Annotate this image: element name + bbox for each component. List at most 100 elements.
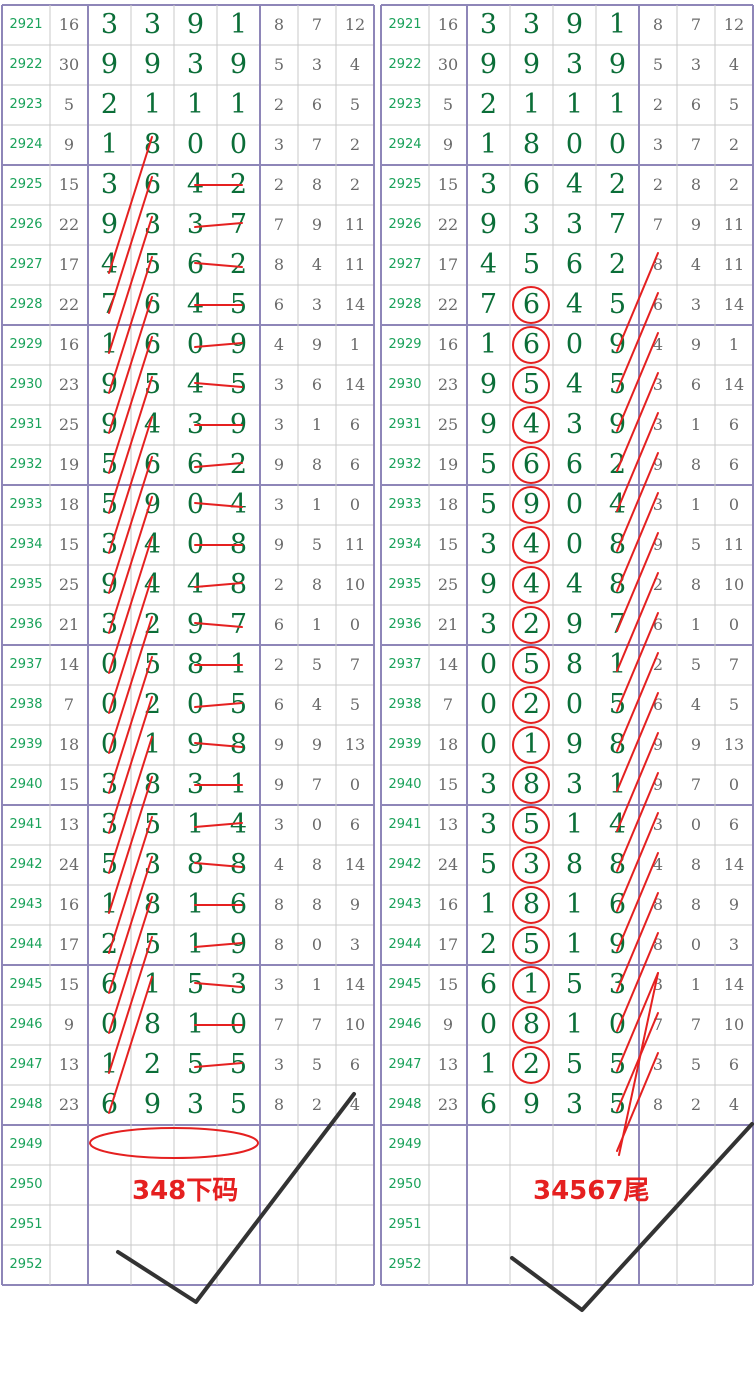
digit-1: 3 xyxy=(100,169,119,200)
digit-3: 3 xyxy=(565,1089,584,1120)
span-1: 3 xyxy=(652,135,664,154)
sum-value: 22 xyxy=(58,295,80,314)
digit-1: 1 xyxy=(479,329,498,360)
digit-3: 4 xyxy=(565,569,584,600)
span-3: 14 xyxy=(723,975,745,994)
issue-number: 2925 xyxy=(388,177,422,192)
sum-value: 19 xyxy=(437,455,459,474)
digit-2: 6 xyxy=(143,449,162,480)
digit-1: 9 xyxy=(100,409,119,440)
span-1: 9 xyxy=(273,535,285,554)
digit-2 xyxy=(510,1125,553,1165)
digit-1: 3 xyxy=(479,809,498,840)
issue-number: 2941 xyxy=(9,817,43,832)
table-row: 2924 9 1 8 0 0 3 7 2 xyxy=(2,125,374,165)
span-2: 8 xyxy=(690,895,702,914)
table-row: 2933 18 5 9 0 4 3 1 0 xyxy=(2,485,374,525)
span-1: 6 xyxy=(273,615,285,634)
right-lottery-table: 2921 16 3 3 9 1 8 7 12 2922 30 9 9 3 9 5 3 4 2923 5 2 1 1 1 2 6 5 2… xyxy=(380,4,754,1286)
digit-1: 9 xyxy=(100,369,119,400)
sum-value: 15 xyxy=(58,775,80,794)
span-3: 5 xyxy=(349,695,361,714)
digit-3: 8 xyxy=(186,849,205,880)
digit-1: 7 xyxy=(100,289,119,320)
span-3 xyxy=(336,1205,374,1245)
issue-number: 2922 xyxy=(388,57,422,72)
digit-2: 6 xyxy=(522,329,541,360)
digit-3: 4 xyxy=(565,369,584,400)
digit-4: 4 xyxy=(608,809,627,840)
span-2: 7 xyxy=(690,15,702,34)
span-2 xyxy=(298,1245,336,1285)
span-2: 8 xyxy=(690,575,702,594)
digit-4: 9 xyxy=(229,409,248,440)
span-3: 14 xyxy=(344,975,366,994)
digit-4: 8 xyxy=(608,849,627,880)
span-1 xyxy=(260,1125,298,1165)
sum-value: 14 xyxy=(58,655,80,674)
span-2 xyxy=(298,1125,336,1165)
table-row: 2922 30 9 9 3 9 5 3 4 xyxy=(2,45,374,85)
digit-3: 8 xyxy=(565,649,584,680)
issue-number: 2946 xyxy=(9,1017,43,1032)
span-2: 3 xyxy=(690,55,702,74)
sum-value xyxy=(429,1245,467,1285)
digit-3: 4 xyxy=(186,569,205,600)
digit-2: 3 xyxy=(522,849,541,880)
digit-4: 9 xyxy=(229,929,248,960)
digit-1: 2 xyxy=(100,89,119,120)
issue-number: 2947 xyxy=(388,1057,422,1072)
digit-2: 2 xyxy=(522,1049,541,1080)
span-3: 6 xyxy=(728,455,740,474)
span-1: 6 xyxy=(273,295,285,314)
digit-3: 6 xyxy=(565,449,584,480)
span-2: 1 xyxy=(311,975,323,994)
span-2: 6 xyxy=(690,375,702,394)
span-1 xyxy=(639,1125,677,1165)
digit-1: 0 xyxy=(479,649,498,680)
issue-number: 2923 xyxy=(388,97,422,112)
span-1: 9 xyxy=(273,455,285,474)
issue-number: 2935 xyxy=(9,577,43,592)
digit-1: 9 xyxy=(479,209,498,240)
span-2 xyxy=(677,1165,715,1205)
digit-2: 3 xyxy=(143,209,162,240)
table-row: 2927 17 4 5 6 2 8 4 11 xyxy=(381,245,753,285)
issue-number: 2939 xyxy=(9,737,43,752)
span-2: 3 xyxy=(311,295,323,314)
span-2: 9 xyxy=(311,735,323,754)
table-row: 2923 5 2 1 1 1 2 6 5 xyxy=(381,85,753,125)
digit-1: 1 xyxy=(479,889,498,920)
sum-value: 15 xyxy=(437,975,459,994)
span-3: 11 xyxy=(723,255,745,274)
span-2: 2 xyxy=(690,1095,702,1114)
issue-number: 2927 xyxy=(388,257,422,272)
digit-4: 8 xyxy=(608,729,627,760)
digit-2: 2 xyxy=(143,1049,162,1080)
span-3: 7 xyxy=(349,655,361,674)
digit-3: 3 xyxy=(565,769,584,800)
span-2: 8 xyxy=(690,855,702,874)
digit-4: 2 xyxy=(608,449,627,480)
issue-number: 2926 xyxy=(388,217,422,232)
digit-4: 5 xyxy=(608,289,627,320)
span-2: 0 xyxy=(690,815,702,834)
span-1: 2 xyxy=(273,575,285,594)
span-1: 6 xyxy=(652,295,664,314)
table-row: 2947 13 1 2 5 5 3 5 6 xyxy=(381,1045,753,1085)
issue-number: 2937 xyxy=(9,657,43,672)
digit-3: 5 xyxy=(565,1049,584,1080)
span-3 xyxy=(715,1205,753,1245)
span-3: 5 xyxy=(728,95,740,114)
digit-2: 9 xyxy=(522,489,541,520)
span-2: 9 xyxy=(690,215,702,234)
digit-4 xyxy=(596,1205,639,1245)
span-1: 8 xyxy=(273,895,285,914)
digit-2: 4 xyxy=(522,529,541,560)
table-row: 2943 16 1 8 1 6 8 8 9 xyxy=(381,885,753,925)
issue-number: 2921 xyxy=(388,17,422,32)
issue-number: 2924 xyxy=(388,137,422,152)
span-2: 4 xyxy=(690,695,702,714)
table-row: 2932 19 5 6 6 2 9 8 6 xyxy=(381,445,753,485)
digit-1: 6 xyxy=(100,969,119,1000)
